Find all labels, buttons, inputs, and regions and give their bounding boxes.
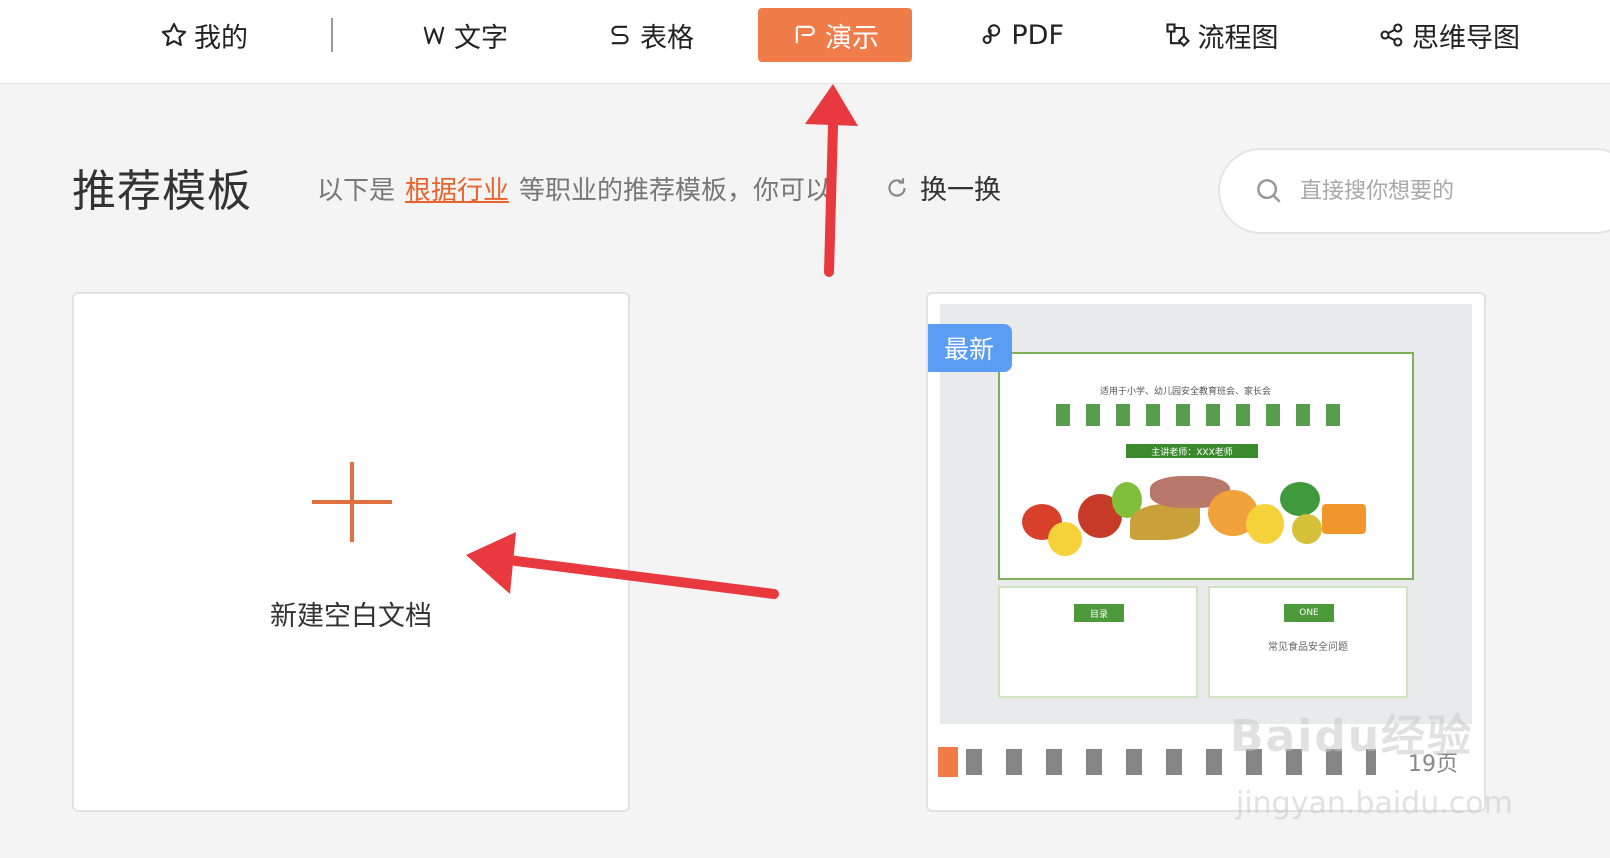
nav-item-label: PDF — [1011, 19, 1064, 51]
slide-tag: 目录 — [1074, 604, 1124, 622]
slide-preview-contents: 目录 — [998, 586, 1198, 698]
nav-item-mindmap[interactable]: 思维导图 — [1376, 8, 1522, 62]
nav-item-pdf[interactable]: PDF — [978, 8, 1064, 62]
fruit-illustration — [1280, 482, 1320, 516]
nav-item-presentation[interactable]: 演示 — [758, 8, 912, 62]
refresh-button[interactable]: 换一换 — [884, 168, 1001, 207]
new-blank-document-card[interactable]: 新建空白文档 — [72, 292, 630, 812]
nav-item-label: 思维导图 — [1412, 22, 1520, 54]
new-blank-document-label: 新建空白文档 — [270, 601, 432, 632]
search-icon — [1257, 179, 1281, 203]
nav-item-label: 演示 — [825, 22, 879, 54]
fruit-illustration — [1130, 504, 1200, 540]
slide-preview-cover: 适用于小学、幼儿园安全教育班会、家长会 主讲老师：XXX老师 — [998, 352, 1414, 580]
nav-item-label: 文字 — [454, 22, 508, 54]
fruit-illustration — [1292, 514, 1322, 544]
plus-icon — [312, 462, 392, 542]
nav-item-sheet[interactable]: 表格 — [604, 8, 696, 62]
hint-suffix: 等职业的推荐模板，你可以 — [519, 176, 832, 206]
slide-title-blurred — [1056, 404, 1356, 426]
refresh-icon — [888, 177, 906, 197]
nav-divider — [331, 18, 333, 52]
industry-link[interactable]: 根据行业 — [405, 170, 509, 207]
sheet-icon — [611, 25, 629, 45]
slide-speaker: 主讲老师：XXX老师 — [1126, 444, 1258, 458]
hint-prefix: 以下是 — [317, 176, 396, 206]
section-title: 推荐模板 — [72, 166, 252, 217]
nav-item-label: 流程图 — [1197, 22, 1279, 54]
nav-item-label: 我的 — [194, 22, 248, 54]
fruit-illustration — [1246, 504, 1284, 544]
fruit-illustration — [1322, 504, 1366, 534]
flowchart-icon — [1165, 23, 1190, 47]
top-nav: 我的 文字 表格 演示 PDF 流程图 思维导图 — [0, 0, 1610, 84]
word-icon — [423, 26, 445, 45]
template-thumbnail: 适用于小学、幼儿园安全教育班会、家长会 主讲老师：XXX老师 目录 ONE 常见… — [940, 304, 1472, 724]
watermark-url: jingyan.baidu.com — [1236, 786, 1513, 821]
slide-chapter-title: 常见食品安全问题 — [1268, 642, 1348, 653]
presentation-icon — [795, 25, 815, 44]
fruit-illustration — [1048, 522, 1082, 556]
nav-item-label: 表格 — [640, 22, 694, 54]
mindmap-icon — [1380, 23, 1403, 47]
nav-item-flowchart[interactable]: 流程图 — [1160, 8, 1282, 62]
nav-item-mine[interactable]: 我的 — [158, 8, 250, 62]
presentation-file-icon — [938, 747, 958, 777]
new-badge: 最新 — [928, 324, 1012, 372]
search-box[interactable] — [1218, 148, 1610, 234]
search-input[interactable] — [1300, 178, 1540, 204]
nav-item-word[interactable]: 文字 — [418, 8, 510, 62]
watermark-logo: Baidu经验 — [1230, 711, 1474, 762]
slide-tag: ONE — [1284, 604, 1334, 622]
star-icon — [161, 22, 187, 46]
pdf-icon — [982, 24, 1001, 45]
slide-subtitle: 适用于小学、幼儿园安全教育班会、家长会 — [1100, 387, 1272, 397]
refresh-label: 换一换 — [920, 175, 1001, 206]
slide-preview-chapter: ONE 常见食品安全问题 — [1208, 586, 1408, 698]
recommend-hint: 以下是 根据行业 等职业的推荐模板，你可以 — [317, 170, 831, 207]
